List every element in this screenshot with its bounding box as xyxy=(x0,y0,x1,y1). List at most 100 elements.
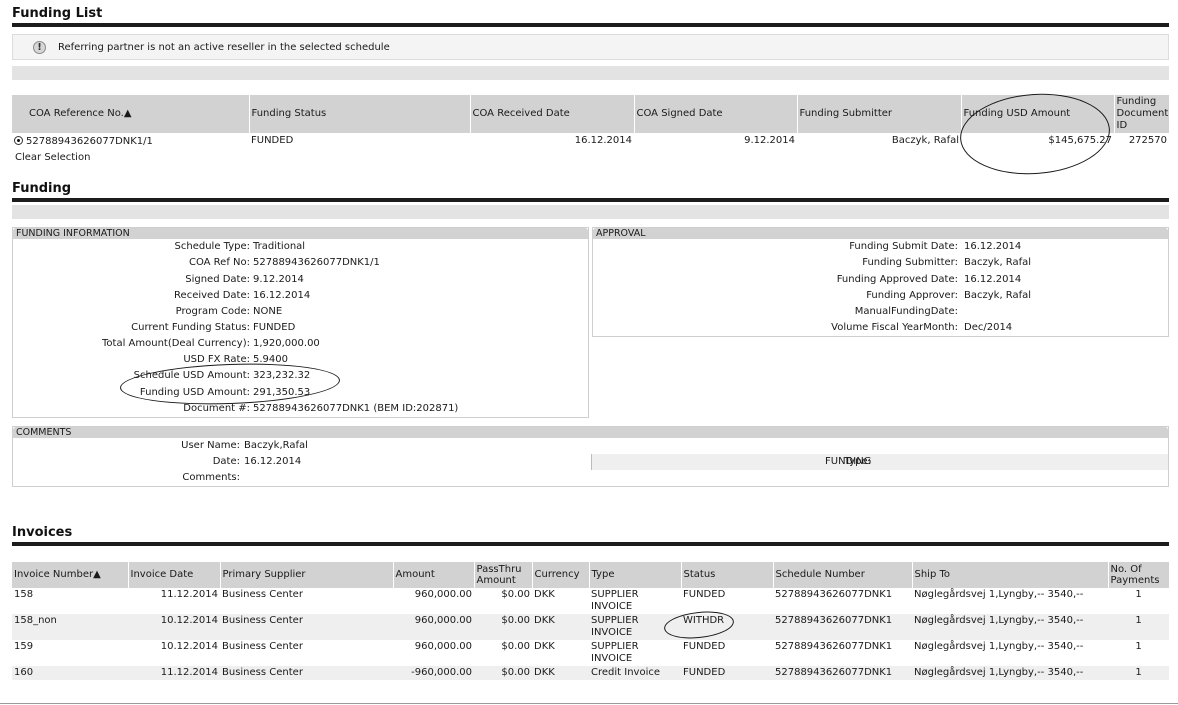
invoices-rule xyxy=(12,542,1169,546)
clear-selection-link[interactable]: Clear Selection xyxy=(15,152,90,163)
schedule-number-cell: 52788943626077DNK1 xyxy=(773,614,912,640)
col-currency[interactable]: Currency xyxy=(532,562,590,588)
currency-cell: DKK xyxy=(532,666,589,680)
supplier-cell: Business Center xyxy=(220,666,393,680)
info-label: COA Ref No: xyxy=(188,257,250,268)
table-row[interactable]: 52788943626077DNK1/1 FUNDED 16.12.2014 9… xyxy=(12,133,1169,148)
warning-text: Referring partner is not an active resel… xyxy=(58,42,390,53)
ship-to-cell: Nøglegårdsvej 1,Lyngby,-- 3540,-- xyxy=(914,589,1084,600)
col-amount[interactable]: Amount xyxy=(393,562,475,588)
col-invoice-date[interactable]: Invoice Date xyxy=(128,562,221,588)
col-coa-reference[interactable]: COA Reference No.▲ xyxy=(12,95,250,133)
col-schedule-number[interactable]: Schedule Number xyxy=(773,562,913,588)
col-funding-status[interactable]: Funding Status xyxy=(249,95,471,133)
invoice-date-cell: 10.12.2014 xyxy=(160,641,218,652)
passthru-cell: $0.00 xyxy=(474,666,532,680)
status-cell: FUNDED xyxy=(681,666,773,680)
info-label: Schedule Type: xyxy=(174,241,250,252)
info-label: Signed Date: xyxy=(185,274,250,285)
passthru-cell: $0.00 xyxy=(474,614,532,640)
info-row-program-code: Program Code: NONE xyxy=(13,306,588,320)
comments-label: Date: xyxy=(212,456,240,467)
approval-label: Funding Approved Date: xyxy=(836,274,958,285)
info-value: 9.12.2014 xyxy=(253,274,304,285)
schedule-number-cell: 52788943626077DNK1 xyxy=(775,641,893,652)
invoice-date-cell: 11.12.2014 xyxy=(128,666,220,680)
submitter-cell: Baczyk, Rafal xyxy=(891,135,959,146)
coa-ref-cell: 52788943626077DNK1/1 xyxy=(26,135,153,147)
col-status[interactable]: Status xyxy=(681,562,774,588)
col-passthru-amount[interactable]: PassThru Amount xyxy=(474,562,533,588)
info-label: Received Date: xyxy=(174,290,250,301)
info-value: Traditional xyxy=(253,241,306,252)
info-value: 323,232.32 xyxy=(253,370,311,381)
invoices-title: Invoices xyxy=(12,525,73,540)
invoice-number-cell[interactable]: 158 xyxy=(12,588,128,614)
funding-list-toolbar xyxy=(12,66,1169,80)
col-no-of-payments[interactable]: No. Of Payments xyxy=(1108,562,1170,588)
funding-information-header: FUNDING INFORMATION xyxy=(13,228,588,239)
info-row-funding-usd: Funding USD Amount: 291,350.53 xyxy=(13,387,588,401)
amount-cell: -960,000.00 xyxy=(393,666,474,680)
info-value: 5.9400 xyxy=(253,354,288,365)
amount-cell: 960,000.00 xyxy=(414,641,472,652)
approval-row-approved-date: Funding Approved Date: 16.12.2014 xyxy=(593,274,1168,288)
warning-message: ! Referring partner is not an active res… xyxy=(12,34,1169,60)
info-label: Total Amount(Deal Currency): xyxy=(102,338,250,349)
col-funding-document-id[interactable]: Funding Document ID xyxy=(1114,95,1170,133)
invoice-number-cell[interactable]: 159 xyxy=(12,640,128,666)
row-select-radio[interactable] xyxy=(14,135,23,145)
col-ship-to[interactable]: Ship To xyxy=(912,562,1109,588)
invoice-date-cell: 11.12.2014 xyxy=(160,589,218,600)
comments-label: User Name: xyxy=(181,440,240,451)
info-value: 52788943626077DNK1/1 xyxy=(253,257,380,268)
approval-label: Funding Submitter: xyxy=(862,257,958,268)
info-value: 52788943626077DNK1 (BEM ID:202871) xyxy=(253,403,459,414)
comments-label: Comments: xyxy=(182,472,240,483)
status-cell: FUNDED xyxy=(683,589,726,600)
info-label: USD FX Rate: xyxy=(183,354,250,365)
col-coa-received-date[interactable]: COA Received Date xyxy=(470,95,635,133)
col-invoice-number[interactable]: Invoice Number▲ xyxy=(12,562,129,588)
ship-to-cell: Nøglegårdsvej 1,Lyngby,-- 3540,-- xyxy=(912,614,1108,640)
approval-row-submitter: Funding Submitter: Baczyk, Rafal xyxy=(593,257,1168,271)
approval-row-manual-date: ManualFundingDate: xyxy=(593,306,1168,320)
col-primary-supplier[interactable]: Primary Supplier xyxy=(220,562,394,588)
signed-date-cell: 9.12.2014 xyxy=(744,135,795,146)
info-label: Current Funding Status: xyxy=(131,322,250,333)
invoice-number-cell[interactable]: 158_non xyxy=(12,614,128,640)
info-row-signed-date: Signed Date: 9.12.2014 xyxy=(13,274,588,288)
info-label: Program Code: xyxy=(175,306,250,317)
funding-status-cell: FUNDED xyxy=(251,135,294,146)
funding-information-panel: FUNDING INFORMATION Schedule Type: Tradi… xyxy=(12,227,589,418)
funding-title: Funding xyxy=(12,181,72,196)
info-row-received-date: Received Date: 16.12.2014 xyxy=(13,290,588,304)
invoice-number-cell[interactable]: 160 xyxy=(12,666,128,680)
info-row-schedule-usd: Schedule USD Amount: 323,232.32 xyxy=(13,370,588,384)
col-coa-signed-date[interactable]: COA Signed Date xyxy=(634,95,798,133)
funding-list-table: COA Reference No.▲ Funding Status COA Re… xyxy=(12,95,1170,148)
type-cell: SUPPLIER INVOICE xyxy=(591,641,639,664)
approval-label: ManualFundingDate: xyxy=(854,306,958,317)
document-id-cell: 272570 xyxy=(1128,135,1167,146)
approval-row-approver: Funding Approver: Baczyk, Rafal xyxy=(593,290,1168,304)
funding-rule xyxy=(12,198,1169,202)
page-bottom-border xyxy=(0,703,1178,704)
funding-list-rule xyxy=(12,23,1169,27)
info-value: 291,350.53 xyxy=(253,387,311,398)
approval-value: Baczyk, Rafal xyxy=(964,290,1032,301)
approval-label: Funding Approver: xyxy=(866,290,958,301)
info-row-schedule-type: Schedule Type: Traditional xyxy=(13,241,588,255)
supplier-cell: Business Center xyxy=(222,641,303,652)
col-funding-usd-amount[interactable]: Funding USD Amount xyxy=(961,95,1115,133)
info-label: Funding USD Amount: xyxy=(139,387,250,398)
comments-row-date: Date: 16.12.2014 xyxy=(13,456,588,470)
comments-row-user: User Name: Baczyk,Rafal xyxy=(13,440,588,454)
currency-cell: DKK xyxy=(532,614,589,640)
type-cell: SUPPLIER INVOICE xyxy=(589,614,681,640)
payments-cell: 1 xyxy=(1108,666,1169,680)
table-row: 158_non 10.12.2014 Business Center 960,0… xyxy=(12,614,1169,640)
approval-label: Volume Fiscal YearMonth: xyxy=(831,322,958,333)
col-type[interactable]: Type xyxy=(589,562,682,588)
col-funding-submitter[interactable]: Funding Submitter xyxy=(797,95,962,133)
